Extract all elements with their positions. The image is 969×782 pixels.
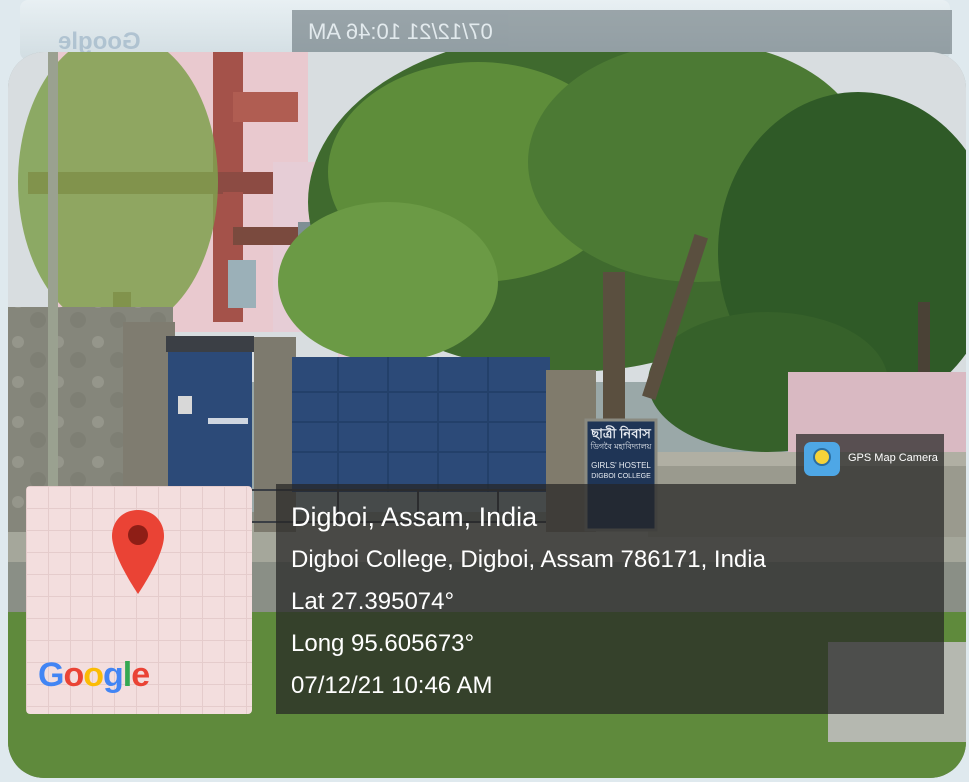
hostel-sign-text: ছাত্ৰী নিবাস ডিগবৈ মহাবিদ্যালয় GIRLS' H…: [588, 426, 654, 482]
sign-line-assamese-2: ডিগবৈ মহাবিদ্যালয়: [590, 442, 652, 451]
full-address: Digboi College, Digboi, Assam 786171, In…: [291, 546, 766, 573]
capture-datetime: 07/12/21 10:46 AM: [291, 672, 493, 699]
map-thumbnail: Google: [26, 486, 252, 714]
google-logo: Google: [38, 656, 150, 694]
mirrored-datetime-watermark: 07/12/21 10:46 AM: [292, 10, 952, 54]
sign-line-assamese-1: ছাত্ৰী নিবাস: [591, 426, 651, 441]
location-info-panel: Digboi, Assam, India Digboi College, Dig…: [276, 484, 944, 714]
app-badge-label: GPS Map Camera: [848, 452, 938, 464]
latitude: Lat 27.395074°: [291, 588, 455, 615]
gps-map-camera-icon: [804, 442, 840, 476]
lamp-pole: [48, 52, 58, 522]
map-pin-icon: [112, 510, 164, 594]
sign-line-english-2: DIGBOI COLLEGE: [591, 473, 651, 480]
longitude: Long 95.605673°: [291, 630, 475, 657]
place-name: Digboi, Assam, India: [291, 502, 538, 532]
gps-map-camera-badge: GPS Map Camera: [796, 434, 944, 484]
sign-line-english-1: GIRLS' HOSTEL: [591, 461, 651, 470]
